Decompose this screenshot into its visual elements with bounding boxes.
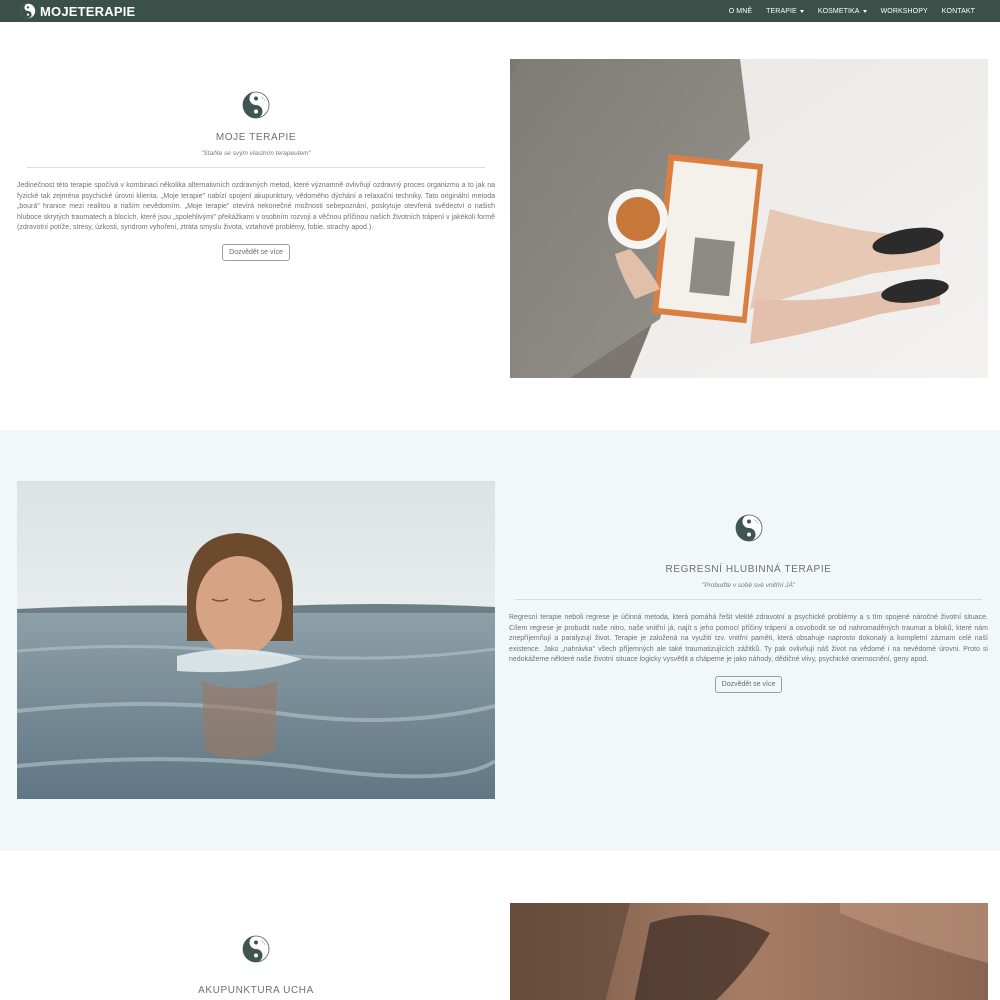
- caret-down-icon: [799, 9, 804, 13]
- section-paragraph: Jedinečnost této terapie spočívá v kombi…: [17, 182, 495, 231]
- top-navbar: MOJETERAPIE O MNĚ TERAPIE KOSMETIKA WORK…: [0, 0, 1000, 22]
- caret-down-icon: [862, 9, 867, 13]
- nav-item-kontakt[interactable]: KONTAKT: [935, 8, 982, 15]
- nav-item-terapie[interactable]: TERAPIE: [759, 8, 811, 15]
- section-subtitle: "Probuďte v sobě své vnitřní JÁ": [701, 582, 796, 589]
- section-divider: [27, 167, 485, 168]
- section-title: REGRESNÍ HLUBINNÁ TERAPIE: [665, 564, 832, 575]
- yin-yang-icon: [735, 514, 762, 542]
- learn-more-button[interactable]: Dozvědět se více: [714, 675, 783, 693]
- section-text-regresni-terapie: REGRESNÍ HLUBINNÁ TERAPIE "Probuďte v so…: [509, 513, 988, 693]
- nav-item-label: O MNĚ: [728, 7, 753, 15]
- section-akupunktura-ucha: AKUPUNKTURA UCHA: [0, 851, 1000, 1000]
- section-divider: [515, 599, 982, 600]
- woman-swimming-in-lake-photo: [17, 481, 495, 799]
- section-title: AKUPUNKTURA UCHA: [198, 985, 314, 996]
- section-title: MOJE TERAPIE: [215, 132, 297, 143]
- main-nav: O MNĚ TERAPIE KOSMETIKA WORKSHOPY KONTAK…: [722, 8, 982, 15]
- brand-name: MOJETERAPIE: [40, 3, 136, 19]
- ear-acupuncture-photo: [510, 903, 988, 1000]
- yin-yang-icon: [242, 935, 270, 963]
- nav-item-label: TERAPIE: [766, 7, 797, 15]
- nav-item-label: WORKSHOPY: [880, 7, 928, 15]
- section-moje-terapie: MOJE TERAPIE "Staňte se svým vlastním te…: [0, 22, 1000, 430]
- learn-more-button[interactable]: Dozvědět se více: [222, 243, 290, 261]
- nav-item-kosmetika[interactable]: KOSMETIKA: [811, 8, 874, 15]
- brand-logo-link[interactable]: MOJETERAPIE: [20, 3, 135, 19]
- nav-item-label: KONTAKT: [941, 7, 975, 15]
- yin-yang-logo-icon: [20, 3, 36, 19]
- yin-yang-icon: [242, 91, 270, 119]
- section-regresni-terapie: REGRESNÍ HLUBINNÁ TERAPIE "Probuďte v so…: [0, 430, 1000, 851]
- section-text-akupunktura-ucha: AKUPUNKTURA UCHA: [17, 934, 495, 996]
- nav-item-label: KOSMETIKA: [817, 7, 860, 15]
- section-subtitle: "Staňte se svým vlastním terapeutem": [201, 150, 311, 157]
- nav-item-o-mne[interactable]: O MNĚ: [722, 8, 759, 15]
- nav-item-workshopy[interactable]: WORKSHOPY: [874, 8, 935, 15]
- woman-reading-book-with-tea-photo: [510, 59, 988, 378]
- section-paragraph: Regresní terapie neboli regrese je účinn…: [509, 614, 988, 663]
- section-text-moje-terapie: MOJE TERAPIE "Staňte se svým vlastním te…: [17, 90, 495, 261]
